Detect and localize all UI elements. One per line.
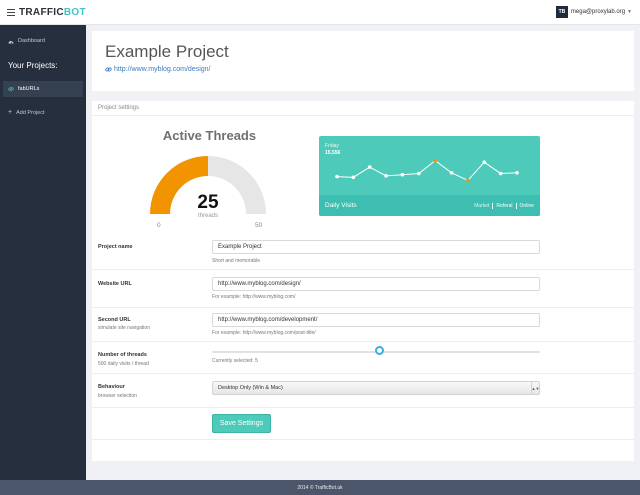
gauge-min-label: 0 (157, 222, 161, 229)
project-url-link[interactable]: http://www.myblog.com/design/ (105, 66, 211, 73)
second-url-help: For example: http://www.myblog.com/post-… (212, 330, 316, 336)
save-settings-button[interactable]: Save Settings (212, 414, 271, 433)
user-email: mega@proxylab.org (570, 9, 626, 15)
tab-referal[interactable]: Referal (496, 203, 512, 209)
threads-help: Currently selected: 5 (212, 358, 258, 364)
threads-label: Number of threads (98, 352, 147, 358)
visits-footer: Daily Visits Market Referal Online (319, 195, 540, 216)
visits-point[interactable] (400, 172, 405, 177)
sidebar: Dashboard Your Projects: fabURLs + Add P… (0, 25, 86, 480)
website-url-help: For example: http://www.myblog.com/ (212, 294, 296, 300)
visits-line (336, 160, 518, 182)
visits-point[interactable] (482, 160, 487, 164)
menu-toggle-icon[interactable] (7, 9, 15, 16)
divider (92, 439, 634, 440)
visits-point[interactable] (515, 171, 519, 175)
link-icon (105, 67, 112, 72)
website-url-input[interactable]: http://www.myblog.com/design/ (212, 277, 540, 291)
settings-heading: Project settings (92, 101, 634, 116)
visits-point[interactable] (384, 174, 388, 178)
link-icon (8, 87, 14, 91)
project-name-input[interactable]: Example Project (212, 240, 540, 254)
tab-divider (515, 203, 517, 209)
visits-point[interactable] (335, 174, 339, 179)
behaviour-select[interactable]: Desktop Only (Win & Mac) ▲▼ (212, 381, 540, 395)
visits-tabs: Market Referal Online (474, 203, 534, 209)
behaviour-sub: browser selection (98, 393, 137, 399)
second-url-input[interactable]: http://www.myblog.com/development/ (212, 313, 540, 327)
project-header: Example Project http://www.myblog.com/de… (92, 31, 634, 91)
visits-point[interactable] (351, 175, 356, 180)
gauge-unit: threads (197, 213, 218, 219)
visits-label: Daily Visits (325, 202, 357, 209)
sidebar-item-project[interactable]: fabURLs (3, 81, 83, 97)
chevron-up-down-icon: ▲▼ (531, 382, 539, 394)
project-name-label: Project name (98, 244, 133, 250)
project-name-help: Short and memorable (212, 258, 261, 264)
visits-line-chart (335, 158, 519, 183)
dashboard-icon (8, 40, 14, 44)
avatar: TB (555, 6, 568, 18)
visits-point[interactable] (498, 171, 503, 176)
plus-icon: + (8, 109, 13, 116)
app-logo[interactable]: TRAFFICBOT (19, 7, 86, 18)
top-bar: TRAFFICBOT TB mega@proxylab.org ▼ (0, 0, 640, 25)
visits-point[interactable] (433, 158, 437, 163)
visits-point[interactable] (466, 178, 470, 183)
gauge-value: 25 (197, 192, 219, 213)
threads-sub: 500 daily visits / thread (98, 361, 149, 367)
tab-market[interactable]: Market (474, 203, 489, 209)
page-title: Example Project (105, 42, 229, 61)
gauge-title: Active Threads (162, 128, 257, 143)
behaviour-label: Behaviour (98, 384, 125, 390)
divider (92, 341, 634, 342)
footer: 2014 © TrafficBot.uk (0, 480, 640, 495)
website-url-label: Website URL (98, 281, 132, 287)
divider (92, 307, 634, 308)
projects-heading: Your Projects: (8, 61, 58, 70)
settings-panel: Project settings Active Threads 25 threa… (92, 101, 634, 461)
second-url-label: Second URL (98, 317, 131, 323)
add-project-button[interactable]: + Add Project (8, 109, 45, 116)
visits-point[interactable] (417, 171, 421, 176)
gauge-max-label: 50 (255, 222, 263, 229)
chevron-down-icon: ▼ (627, 9, 632, 15)
divider (92, 407, 634, 408)
threads-slider-handle[interactable] (374, 346, 384, 355)
visits-chart-area: Friday 15,556 (319, 136, 540, 195)
visits-point[interactable] (367, 165, 372, 169)
user-menu[interactable]: TB mega@proxylab.org ▼ (555, 6, 632, 18)
divider (92, 269, 634, 270)
visits-total: 15,556 (325, 150, 341, 156)
divider (92, 373, 634, 374)
daily-visits-widget: Friday 15,556 Daily Visits Market Refera… (319, 136, 540, 216)
visits-point[interactable] (449, 171, 454, 175)
visits-day: Friday (325, 143, 339, 149)
tab-online[interactable]: Online (520, 203, 534, 209)
tab-divider (492, 203, 494, 209)
second-url-sub: simulate site navigation (98, 325, 150, 331)
sidebar-item-dashboard[interactable]: Dashboard (8, 38, 45, 44)
